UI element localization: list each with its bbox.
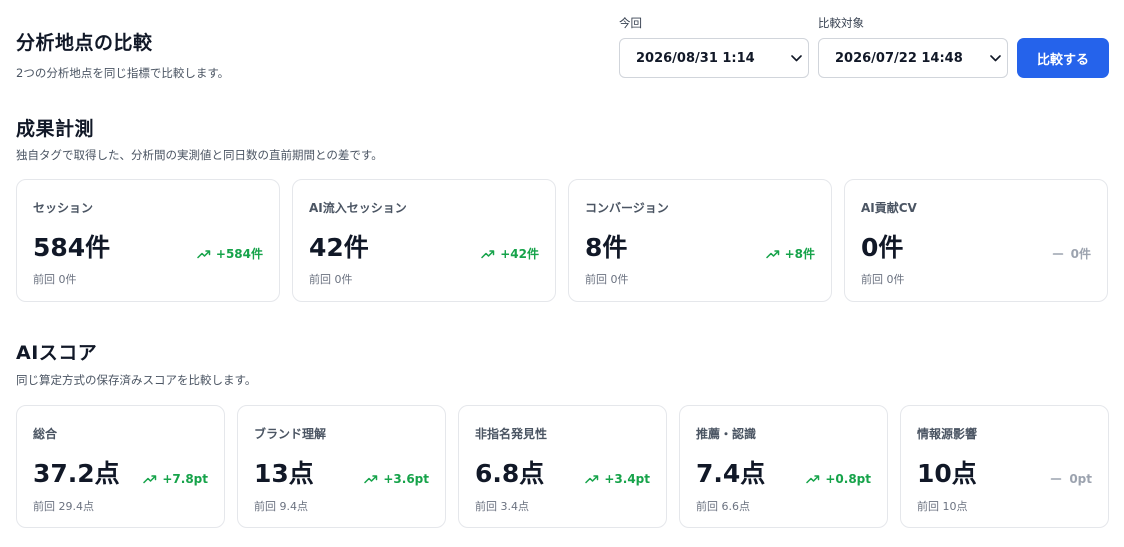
card-label: AI貢献CV — [861, 201, 917, 215]
metric-card-ai-sessions: AI流入セッション 42件 +42件 前回 0件 — [292, 179, 556, 302]
card-label: 情報源影響 — [917, 427, 978, 441]
page-title: 分析地点の比較 — [16, 32, 153, 54]
card-label: 推薦・認識 — [696, 427, 757, 441]
card-value: 13点 — [254, 459, 314, 488]
card-previous: 前回 10点 — [917, 500, 968, 513]
card-delta-text: 0pt — [1069, 472, 1092, 486]
minus-icon — [1050, 473, 1066, 485]
card-delta-text: +3.6pt — [383, 472, 429, 486]
card-value: 10点 — [917, 459, 977, 488]
card-delta-text: +42件 — [500, 247, 539, 261]
card-value: 0件 — [861, 233, 904, 262]
compare-controls: 今回 2026/08/31 1:14 比較対象 2026/07/22 14:48… — [619, 15, 1109, 78]
card-delta: 0件 — [1052, 245, 1091, 262]
card-value: 6.8点 — [475, 459, 545, 488]
page-header: 分析地点の比較 2つの分析地点を同じ指標で比較します。 — [16, 28, 229, 81]
card-previous: 前回 0件 — [861, 273, 905, 286]
current-label: 今回 — [619, 16, 642, 30]
card-previous: 前回 6.6点 — [696, 500, 750, 513]
card-label: 総合 — [33, 427, 58, 441]
card-previous: 前回 9.4点 — [254, 500, 308, 513]
card-previous: 前回 29.4点 — [33, 500, 94, 513]
metric-card-sessions: セッション 584件 +584件 前回 0件 — [16, 179, 280, 302]
score-card-recommendation: 推薦・認識 7.4点 +0.8pt 前回 6.6点 — [679, 405, 888, 528]
compare-field: 比較対象 2026/07/22 14:48 — [818, 15, 1008, 78]
card-delta: +42件 — [481, 245, 539, 262]
ai-score-card-row: 総合 37.2点 +7.8pt 前回 29.4点 ブランド理解 13点 +3.6… — [16, 405, 1109, 528]
chevron-down-icon — [790, 52, 802, 64]
card-delta: +7.8pt — [143, 472, 208, 486]
results-section-description: 独自タグで取得した、分析間の実測値と同日数の直前期間との差です。 — [16, 148, 383, 162]
card-delta: +8件 — [765, 245, 815, 262]
card-delta-text: +7.8pt — [162, 472, 208, 486]
trending-up-icon — [481, 248, 497, 260]
current-field: 今回 2026/08/31 1:14 — [619, 15, 809, 78]
results-card-row: セッション 584件 +584件 前回 0件 AI流入セッション 42件 +42… — [16, 179, 1120, 302]
compare-select[interactable]: 2026/07/22 14:48 — [818, 38, 1008, 78]
card-delta: +584件 — [197, 245, 263, 262]
page-subtitle: 2つの分析地点を同じ指標で比較します。 — [16, 66, 230, 80]
card-delta-text: +8件 — [784, 247, 815, 261]
card-value: 42件 — [309, 233, 369, 262]
ai-score-section-description: 同じ算定方式の保存済みスコアを比較します。 — [16, 373, 257, 387]
score-card-source-influence: 情報源影響 10点 0pt 前回 10点 — [900, 405, 1109, 528]
card-label: AI流入セッション — [309, 201, 407, 215]
chevron-down-icon — [989, 52, 1001, 64]
card-delta-text: +3.4pt — [604, 472, 650, 486]
compare-button[interactable]: 比較する — [1017, 38, 1109, 78]
card-value: 7.4点 — [696, 459, 766, 488]
results-section-title: 成果計測 — [16, 118, 95, 140]
card-label: コンバージョン — [585, 201, 669, 215]
card-label: セッション — [33, 201, 94, 215]
card-value: 37.2点 — [33, 459, 120, 488]
trending-up-icon — [197, 248, 213, 260]
trending-up-icon — [143, 473, 159, 485]
card-delta: +0.8pt — [806, 472, 871, 486]
score-card-overall: 総合 37.2点 +7.8pt 前回 29.4点 — [16, 405, 225, 528]
trending-up-icon — [585, 473, 601, 485]
card-label: ブランド理解 — [254, 427, 327, 441]
compare-select-value: 2026/07/22 14:48 — [835, 50, 963, 66]
compare-label: 比較対象 — [818, 16, 864, 30]
card-delta: +3.6pt — [364, 472, 429, 486]
current-select-value: 2026/08/31 1:14 — [636, 50, 755, 66]
card-previous: 前回 0件 — [585, 273, 629, 286]
current-select[interactable]: 2026/08/31 1:14 — [619, 38, 809, 78]
minus-icon — [1052, 248, 1068, 260]
card-value: 8件 — [585, 233, 628, 262]
trending-up-icon — [765, 248, 782, 260]
card-label: 非指名発見性 — [475, 427, 548, 441]
card-delta: 0pt — [1050, 472, 1092, 486]
trending-up-icon — [364, 473, 380, 485]
trending-up-icon — [806, 473, 822, 485]
metric-card-ai-cv: AI貢献CV 0件 0件 前回 0件 — [844, 179, 1108, 302]
card-delta-text: +584件 — [215, 247, 263, 261]
card-previous: 前回 0件 — [309, 273, 353, 286]
card-delta: +3.4pt — [585, 472, 650, 486]
score-card-brand-understanding: ブランド理解 13点 +3.6pt 前回 9.4点 — [237, 405, 446, 528]
ai-score-section-title: AIスコア — [16, 342, 98, 364]
card-previous: 前回 3.4点 — [475, 500, 529, 513]
score-card-non-branded-discovery: 非指名発見性 6.8点 +3.4pt 前回 3.4点 — [458, 405, 667, 528]
card-delta-text: +0.8pt — [825, 472, 871, 486]
card-value: 584件 — [33, 233, 111, 262]
card-delta-text: 0件 — [1070, 247, 1091, 261]
card-previous: 前回 0件 — [33, 273, 77, 286]
metric-card-conversions: コンバージョン 8件 +8件 前回 0件 — [568, 179, 832, 302]
